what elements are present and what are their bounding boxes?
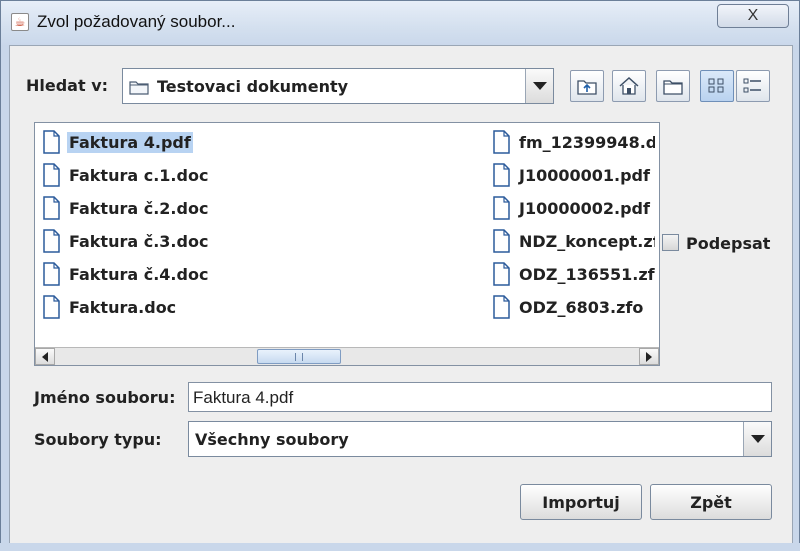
filetype-label: Soubory typu:: [34, 430, 162, 449]
dialog-content: Hledat v: Testovaci dokumenty Faktura 4.…: [9, 45, 793, 544]
up-folder-button[interactable]: [570, 70, 604, 102]
file-icon: [493, 196, 510, 220]
file-list[interactable]: Faktura 4.pdf Faktura c.1.doc Faktura č.…: [34, 122, 660, 366]
folder-icon: [129, 81, 149, 95]
chevron-right-icon: [646, 351, 652, 362]
back-button[interactable]: Zpět: [650, 484, 772, 520]
list-view-button[interactable]: [700, 70, 734, 102]
details-view-icon: [743, 78, 761, 93]
lookin-label: Hledat v:: [26, 76, 109, 95]
home-button[interactable]: [612, 70, 646, 102]
filetype-value: Všechny soubory: [195, 430, 349, 449]
window-bottom-border: [0, 543, 800, 551]
file-name: Faktura.doc: [69, 297, 177, 317]
new-folder-button[interactable]: [656, 70, 690, 102]
file-icon: [43, 130, 60, 154]
file-item[interactable]: Faktura č.2.doc: [41, 195, 331, 221]
details-view-button[interactable]: [736, 70, 770, 102]
java-cup-icon: ☕: [11, 13, 29, 31]
file-name: J10000001.pdf: [519, 165, 650, 185]
up-folder-icon: [577, 80, 597, 95]
file-icon: [493, 130, 510, 154]
scrollbar-thumb[interactable]: [257, 349, 341, 364]
file-name: fm_12399948.doc: [519, 132, 655, 152]
file-icon: [43, 196, 60, 220]
file-icon: [493, 295, 510, 319]
file-name: ODZ_6803.zfo: [519, 297, 644, 317]
file-name: Faktura č.4.doc: [69, 264, 209, 284]
close-icon: X: [747, 7, 759, 24]
file-icon: [43, 163, 60, 187]
file-name: ODZ_136551.zfo: [519, 264, 655, 284]
window-title: Zvol požadovaný soubor...: [37, 12, 236, 31]
file-icon: [43, 229, 60, 253]
filetype-combo[interactable]: Všechny soubory: [188, 421, 772, 457]
file-item[interactable]: Faktura 4.pdf: [41, 129, 331, 155]
filename-label: Jméno souboru:: [34, 388, 176, 407]
file-name: Faktura č.2.doc: [69, 198, 209, 218]
home-icon: [619, 76, 639, 95]
file-icon: [493, 262, 510, 286]
horizontal-scrollbar[interactable]: [35, 347, 659, 365]
title-bar[interactable]: ☕ Zvol požadovaný soubor... X: [1, 1, 799, 45]
chevron-down-icon: [750, 435, 765, 443]
file-item[interactable]: J10000002.pdf: [491, 195, 655, 221]
new-folder-icon: [663, 80, 683, 95]
grip-icon: [295, 352, 303, 361]
filename-input[interactable]: Faktura 4.pdf: [188, 382, 772, 412]
file-item[interactable]: fm_12399948.doc: [491, 129, 655, 155]
file-item[interactable]: Faktura č.3.doc: [41, 228, 331, 254]
list-view-icon: [708, 78, 724, 93]
lookin-dropdown-button[interactable]: [525, 69, 553, 103]
file-item[interactable]: Faktura c.1.doc: [41, 162, 331, 188]
file-icon: [493, 229, 510, 253]
import-button[interactable]: Importuj: [520, 484, 642, 520]
file-item[interactable]: NDZ_koncept.zfo: [491, 228, 655, 254]
file-icon: [43, 262, 60, 286]
podepsat-checkbox[interactable]: [662, 234, 679, 251]
file-item[interactable]: Faktura č.4.doc: [41, 261, 331, 287]
file-name: Faktura c.1.doc: [69, 165, 209, 185]
file-name: Faktura 4.pdf: [67, 131, 193, 153]
close-button[interactable]: X: [717, 4, 789, 28]
file-item[interactable]: J10000001.pdf: [491, 162, 655, 188]
scroll-right-button[interactable]: [639, 348, 659, 365]
file-icon: [493, 163, 510, 187]
file-name: J10000002.pdf: [519, 198, 650, 218]
file-name: NDZ_koncept.zfo: [519, 231, 655, 251]
chevron-left-icon: [42, 351, 48, 362]
file-item[interactable]: ODZ_136551.zfo: [491, 261, 655, 287]
scroll-left-button[interactable]: [35, 348, 55, 365]
lookin-combo[interactable]: Testovaci dokumenty: [122, 68, 554, 104]
file-icon: [43, 295, 60, 319]
filetype-dropdown-button[interactable]: [743, 422, 771, 456]
chevron-down-icon: [532, 82, 547, 90]
podepsat-label[interactable]: Podepsat: [686, 234, 770, 253]
file-item[interactable]: Faktura.doc: [41, 294, 331, 320]
file-chooser-dialog: ☕ Zvol požadovaný soubor... X Hledat v: …: [0, 0, 800, 551]
file-name: Faktura č.3.doc: [69, 231, 209, 251]
file-item[interactable]: ODZ_6803.zfo: [491, 294, 655, 320]
lookin-value: Testovaci dokumenty: [157, 77, 349, 96]
